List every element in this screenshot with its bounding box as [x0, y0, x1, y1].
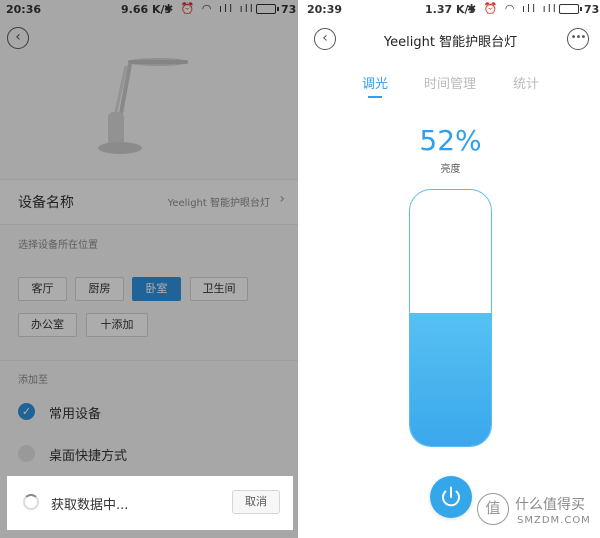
power-button[interactable]: [430, 476, 472, 518]
tab-statistics[interactable]: 统计: [513, 73, 539, 92]
watermark-text: 什么值得买: [515, 497, 585, 513]
loading-dialog: 获取数据中... 取消: [7, 476, 293, 530]
tab-dimming[interactable]: 调光: [362, 73, 388, 92]
battery-icon: [559, 4, 582, 14]
brightness-label: 亮度: [440, 164, 461, 175]
add-device-panel: 20:36 9.66 K/s ✱ ⏰ ◠ ıll ıll 73 ‹ 设备名称 Y…: [0, 0, 298, 538]
active-tab-indicator: [368, 96, 382, 98]
status-time: 20:39: [307, 3, 343, 16]
status-bar: 20:39 1.37 K/s ✱ ⏰ ◠ ıll ıll 73: [301, 0, 600, 20]
screenshot-root: 20:36 9.66 K/s ✱ ⏰ ◠ ıll ıll 73 ‹ 设备名称 Y…: [0, 0, 600, 538]
loading-text: 获取数据中...: [51, 498, 129, 513]
brightness-slider[interactable]: [409, 189, 492, 447]
tab-time-management[interactable]: 时间管理: [424, 73, 476, 92]
lamp-control-panel: 20:39 1.37 K/s ✱ ⏰ ◠ ıll ıll 73 ‹ Yeelig…: [301, 0, 600, 538]
dim-overlay: [0, 0, 298, 538]
spinner-icon: [23, 494, 39, 510]
power-icon: [442, 486, 460, 507]
watermark-logo: 值: [477, 493, 509, 525]
page-title: Yeelight 智能护眼台灯: [383, 35, 518, 50]
watermark-domain: SMZDM.COM: [517, 515, 591, 526]
battery-level: 73: [584, 3, 600, 16]
status-icons: ✱ ⏰ ◠ ıll ıll: [467, 2, 558, 15]
brightness-value: 52%: [419, 124, 482, 157]
cancel-button[interactable]: 取消: [232, 490, 280, 514]
more-options-button[interactable]: •••: [567, 28, 589, 50]
brightness-slider-fill: [410, 312, 491, 446]
